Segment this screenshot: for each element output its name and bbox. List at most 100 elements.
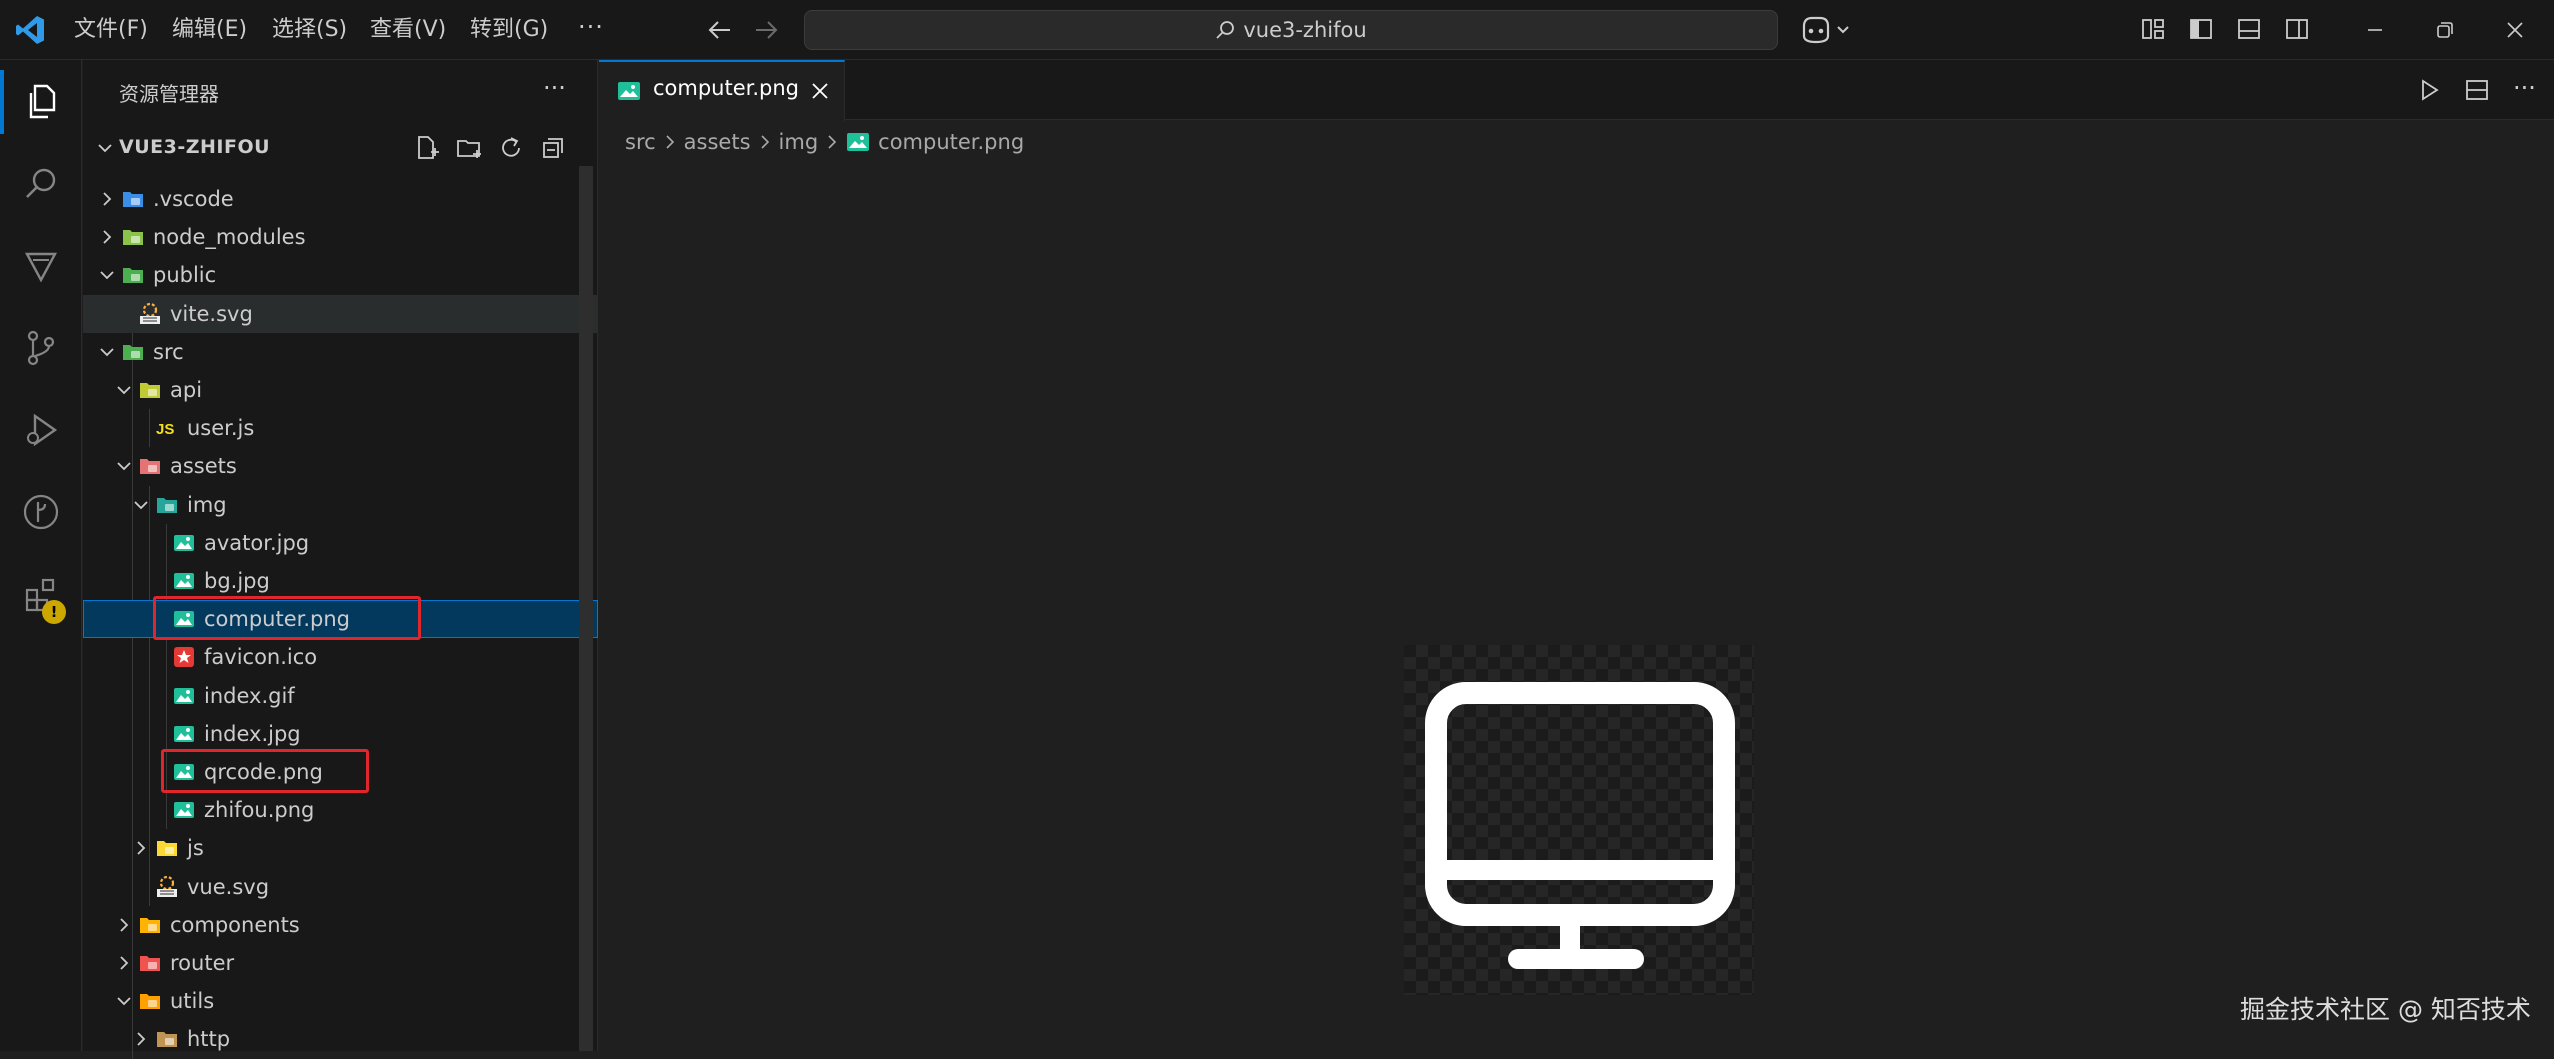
tree-item-node-modules[interactable]: node_modules	[83, 218, 598, 256]
image-file-icon	[172, 722, 196, 746]
chevron-right-icon	[99, 191, 115, 207]
breadcrumb-file[interactable]: computer.png	[878, 130, 1024, 154]
run-debug-icon[interactable]	[0, 390, 82, 470]
menu-view[interactable]: 查看(V)	[366, 14, 450, 46]
tree-item-vscode[interactable]: .vscode	[83, 180, 598, 218]
menu-go[interactable]: 转到(G)	[466, 14, 552, 46]
tab-bar: computer.png ···	[599, 60, 2554, 121]
tree-item-label: index.jpg	[204, 721, 301, 746]
tree-item-index-jpg[interactable]: index.jpg	[83, 715, 598, 753]
tree-item-bg-jpg[interactable]: bg.jpg	[83, 562, 598, 600]
tree-item-label: http	[187, 1027, 231, 1052]
tree-item-assets[interactable]: assets	[83, 447, 598, 485]
sidebar-scrollbar[interactable]	[579, 166, 593, 1051]
title-bar: 文件(F) 编辑(E) 选择(S) 查看(V) 转到(G) ··· vue3-z…	[0, 0, 2554, 60]
customize-layout-icon[interactable]	[2140, 16, 2166, 42]
chevron-right-icon	[133, 840, 149, 856]
tree-item-zhifou-png[interactable]: zhifou.png	[83, 791, 598, 829]
collapse-all-icon[interactable]	[539, 134, 567, 162]
menu-selection[interactable]: 选择(S)	[268, 14, 351, 46]
git-graph-icon[interactable]	[0, 472, 82, 552]
folder-api-icon	[138, 378, 162, 402]
toggle-panel-icon[interactable]	[2236, 16, 2262, 42]
tree-item-index-gif[interactable]: index.gif	[83, 677, 598, 715]
chevron-right-icon	[116, 955, 132, 971]
project-title: VUE3-ZHIFOU	[119, 136, 271, 158]
folder-components-icon	[138, 913, 162, 937]
project-header[interactable]: VUE3-ZHIFOU	[83, 130, 598, 166]
favicon-file-icon	[172, 645, 196, 669]
vite-plugin-icon[interactable]	[0, 226, 82, 306]
activity-bar: !	[0, 60, 82, 1051]
minimize-icon[interactable]	[2340, 0, 2410, 60]
split-editor-icon[interactable]	[2465, 78, 2489, 102]
toggle-primary-sidebar-icon[interactable]	[2188, 16, 2214, 42]
tree-item-http[interactable]: http	[83, 1020, 598, 1058]
menu-edit[interactable]: 编辑(E)	[168, 14, 251, 46]
image-file-icon	[172, 684, 196, 708]
tree-item-label: user.js	[187, 416, 255, 441]
chevron-down-icon	[97, 140, 113, 156]
breadcrumb-src[interactable]: src	[625, 130, 656, 154]
folder-src-icon	[121, 340, 145, 364]
tree-item-components[interactable]: components	[83, 906, 598, 944]
tree-item-router[interactable]: router	[83, 944, 598, 982]
tree-item-img[interactable]: img	[83, 486, 598, 524]
tree-item-qrcode-png[interactable]: qrcode.png	[83, 753, 598, 791]
sidebar-title: 资源管理器	[119, 82, 219, 106]
image-file-icon	[846, 132, 870, 152]
breadcrumb-assets[interactable]: assets	[684, 130, 751, 154]
arrow-right-icon[interactable]	[752, 16, 780, 44]
chevron-right-icon	[759, 134, 771, 150]
svg-file-icon	[138, 302, 162, 326]
search-icon[interactable]	[0, 144, 82, 224]
copilot-icon[interactable]	[1800, 14, 1852, 46]
extensions-icon[interactable]	[0, 554, 82, 634]
image-file-icon	[172, 569, 196, 593]
tree-item-src[interactable]: src	[83, 333, 598, 371]
tree-item-public[interactable]: public	[83, 256, 598, 294]
tree-item-js[interactable]: js	[83, 829, 598, 867]
folder-router-icon	[138, 951, 162, 975]
tree-item-label: img	[187, 492, 227, 517]
tab-computer-png[interactable]: computer.png	[599, 60, 845, 121]
close-window-icon[interactable]	[2480, 0, 2550, 60]
more-actions-icon[interactable]: ···	[2513, 76, 2536, 102]
tree-item-user-js[interactable]: JS user.js	[83, 409, 598, 447]
tree-item-label: utils	[170, 989, 215, 1014]
breadcrumb-img[interactable]: img	[779, 130, 819, 154]
close-icon[interactable]	[809, 80, 831, 102]
tree-item-label: components	[170, 912, 300, 937]
restore-icon[interactable]	[2410, 0, 2480, 60]
tree-item-utils[interactable]: utils	[83, 982, 598, 1020]
chevron-down-icon	[116, 382, 132, 398]
folder-utils-icon	[138, 989, 162, 1013]
tree-item-label: favicon.ico	[204, 645, 318, 670]
new-file-icon[interactable]	[413, 134, 441, 162]
tree-item-label: bg.jpg	[204, 569, 270, 593]
tree-item-label: src	[153, 339, 184, 364]
menu-file[interactable]: 文件(F)	[70, 14, 152, 46]
command-center-search[interactable]: vue3-zhifou	[804, 10, 1778, 50]
image-file-icon	[172, 760, 196, 784]
refresh-icon[interactable]	[497, 134, 525, 162]
tree-item-label: js	[187, 836, 204, 861]
tree-item-avator-jpg[interactable]: avator.jpg	[83, 524, 598, 562]
tree-item-label: assets	[170, 454, 237, 479]
new-folder-icon[interactable]	[455, 134, 483, 162]
explorer-icon[interactable]	[0, 62, 82, 142]
tree-item-computer-png[interactable]: computer.png	[83, 600, 598, 639]
sidebar-more-button[interactable]: ···	[543, 74, 566, 102]
chevron-down-icon	[99, 267, 115, 283]
toggle-secondary-sidebar-icon[interactable]	[2284, 16, 2310, 42]
tree-item-favicon-ico[interactable]: favicon.ico	[83, 638, 598, 676]
tree-item-vue-svg[interactable]: vue.svg	[83, 868, 598, 906]
tree-item-vite-svg[interactable]: vite.svg	[83, 294, 598, 333]
tree-item-api[interactable]: api	[83, 371, 598, 409]
source-control-icon[interactable]	[0, 308, 82, 388]
menu-more-button[interactable]: ···	[578, 13, 604, 41]
run-icon[interactable]	[2417, 78, 2441, 102]
folder-node-icon	[121, 225, 145, 249]
arrow-left-icon[interactable]	[706, 16, 734, 44]
chevron-down-icon	[133, 497, 149, 513]
